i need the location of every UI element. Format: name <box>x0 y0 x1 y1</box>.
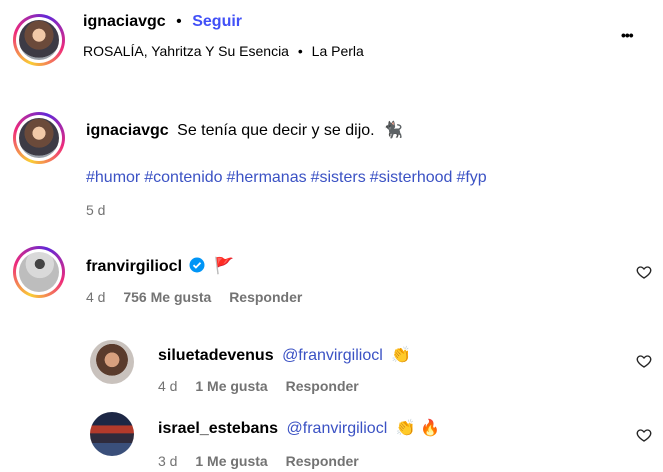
reply-button[interactable]: Responder <box>286 453 359 469</box>
header-username[interactable]: ignaciavgc <box>83 13 166 30</box>
reply-username[interactable]: siluetadevenus <box>158 347 274 364</box>
hashtag-link[interactable]: #contenido <box>144 169 222 186</box>
separator-dot: • <box>176 13 182 30</box>
caption-time[interactable]: 5 d <box>86 202 105 218</box>
like-heart-icon[interactable] <box>636 353 652 369</box>
comment-likes[interactable]: 756 Me gusta <box>123 289 211 305</box>
reply-line: israel_estebans @franvirgiliocl 👏 🔥 <box>158 418 440 438</box>
reply-avatar[interactable] <box>90 412 134 456</box>
hashtag-list: #humor #contenido #hermanas #sisters #sister… <box>86 169 491 187</box>
like-heart-icon[interactable] <box>636 427 652 443</box>
reply-likes[interactable]: 1 Me gusta <box>195 453 267 469</box>
hashtag-link[interactable]: #humor <box>86 169 140 186</box>
comment-line: franvirgiliocl 🚩 <box>86 256 234 278</box>
more-options-icon[interactable]: ••• <box>621 27 634 43</box>
header-sub-line: ROSALÍA, Yahritza Y Su Esencia • La Perl… <box>83 43 364 59</box>
cat-emoji-icon: 🐈‍⬛ <box>383 122 403 139</box>
caption-username[interactable]: ignaciavgc <box>86 122 169 139</box>
reply-likes[interactable]: 1 Me gusta <box>195 378 267 394</box>
audio-separator: • <box>297 43 303 59</box>
mention-link[interactable]: @franvirgiliocl <box>287 420 388 437</box>
header-top-line: ignaciavgc • Seguir <box>83 13 242 31</box>
location-link[interactable]: La Perla <box>312 43 364 59</box>
reply-avatar[interactable] <box>90 340 134 384</box>
comment-meta: 4 d 756 Me gusta Responder <box>86 289 302 305</box>
reply-username[interactable]: israel_estebans <box>158 420 278 437</box>
flag-emoji-icon: 🚩 <box>213 258 234 275</box>
reply-button[interactable]: Responder <box>286 378 359 394</box>
hashtag-link[interactable]: #sisters <box>311 169 366 186</box>
header-avatar[interactable] <box>13 14 65 66</box>
reply-line: siluetadevenus @franvirgiliocl 👏 <box>158 345 411 365</box>
like-heart-icon[interactable] <box>636 264 652 280</box>
reply-meta: 3 d 1 Me gusta Responder <box>158 453 359 469</box>
comment-username[interactable]: franvirgiliocl <box>86 258 182 275</box>
caption-text: Se tenía que decir y se dijo. <box>177 122 375 139</box>
reply-time[interactable]: 3 d <box>158 453 177 469</box>
follow-button[interactable]: Seguir <box>192 13 242 30</box>
caption-avatar[interactable] <box>13 112 65 164</box>
clap-fire-emoji-icon: 👏 🔥 <box>395 420 440 437</box>
audio-link[interactable]: ROSALÍA, Yahritza Y Su Esencia <box>83 43 289 59</box>
verified-badge-icon <box>189 257 205 278</box>
comment-time[interactable]: 4 d <box>86 289 105 305</box>
hashtag-link[interactable]: #hermanas <box>227 169 307 186</box>
hashtag-link[interactable]: #sisterhood <box>370 169 453 186</box>
reply-button[interactable]: Responder <box>229 289 302 305</box>
hashtag-link[interactable]: #fyp <box>456 169 486 186</box>
mention-link[interactable]: @franvirgiliocl <box>282 347 383 364</box>
caption-line: ignaciavgc Se tenía que decir y se dijo.… <box>86 120 403 140</box>
clap-emoji-icon: 👏 <box>391 347 412 364</box>
reply-time[interactable]: 4 d <box>158 378 177 394</box>
comment-avatar[interactable] <box>13 246 65 298</box>
reply-meta: 4 d 1 Me gusta Responder <box>158 378 359 394</box>
